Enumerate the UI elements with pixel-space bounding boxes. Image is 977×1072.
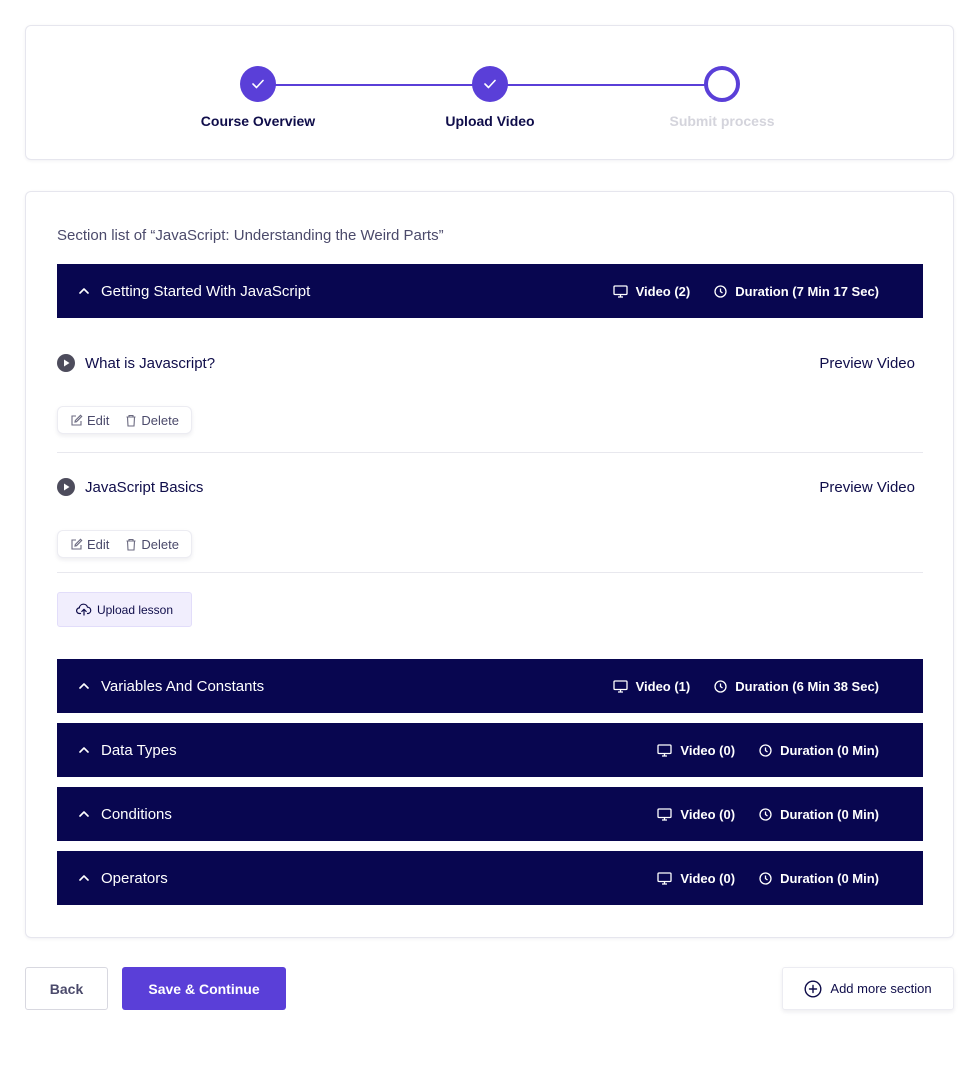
section-title: Operators [101, 869, 168, 887]
duration-label: Duration (0 Min) [780, 742, 879, 758]
edit-icon [71, 538, 83, 550]
clock-icon [714, 284, 727, 298]
add-more-section-button[interactable]: Add more section [782, 967, 954, 1010]
step-label: Upload Video [445, 113, 535, 129]
step-submit-process[interactable]: Submit process [622, 66, 822, 129]
check-icon [252, 79, 264, 89]
duration: Duration (0 Min) [759, 871, 879, 886]
monitor-icon [612, 284, 628, 298]
step-upload-video[interactable]: Upload Video [390, 66, 590, 129]
monitor-icon [657, 743, 673, 757]
step-done-circle [472, 66, 508, 102]
section-header-getting-started[interactable]: Getting Started With JavaScript Video (2… [57, 264, 923, 318]
cloud-upload-icon [76, 603, 92, 616]
edit-label: Edit [87, 412, 110, 428]
video-count-label: Video (0) [680, 870, 736, 886]
lesson-item: JavaScript Basics Preview Video Edit Del… [57, 477, 923, 558]
edit-button[interactable]: Edit [70, 413, 109, 428]
edit-button[interactable]: Edit [70, 537, 109, 552]
section-list-card: Section list of “JavaScript: Understandi… [25, 191, 954, 938]
duration-label: Duration (7 Min 17 Sec) [735, 283, 879, 299]
delete-button[interactable]: Delete [125, 413, 179, 428]
video-count: Video (1) [612, 678, 691, 694]
clock-icon [759, 743, 772, 757]
section-header-variables[interactable]: Variables And Constants Video (1) Durati… [57, 659, 923, 713]
duration-label: Duration (0 Min) [780, 806, 879, 822]
clock-icon [714, 679, 727, 693]
section-header-operators[interactable]: Operators Video (0) Duration (0 Min) [57, 851, 923, 905]
clock-icon [759, 871, 772, 885]
video-count-label: Video (2) [635, 283, 691, 299]
section-header-conditions[interactable]: Conditions Video (0) Duration (0 Min) [57, 787, 923, 841]
chevron-up-icon[interactable] [77, 807, 91, 821]
step-label: Submit process [669, 113, 775, 129]
video-count-label: Video (0) [680, 742, 736, 758]
check-icon [484, 79, 496, 89]
delete-label: Delete [141, 536, 179, 552]
video-count-label: Video (1) [635, 678, 691, 694]
section-header-data-types[interactable]: Data Types Video (0) Duration (0 Min) [57, 723, 923, 777]
duration: Duration (7 Min 17 Sec) [714, 284, 879, 299]
section-title: Getting Started With JavaScript [101, 282, 311, 300]
delete-label: Delete [141, 412, 179, 428]
clock-icon [759, 807, 772, 821]
delete-button[interactable]: Delete [125, 537, 179, 552]
step-label: Course Overview [200, 113, 316, 129]
duration: Duration (0 Min) [759, 807, 879, 822]
lesson-divider [57, 572, 923, 573]
progress-stepper: Course Overview Upload Video Submit proc… [25, 25, 954, 160]
play-icon[interactable] [57, 478, 75, 496]
chevron-up-icon[interactable] [77, 743, 91, 757]
chevron-up-icon[interactable] [77, 679, 91, 693]
video-count: Video (0) [657, 871, 735, 886]
step-current-circle [704, 66, 740, 102]
lesson-actions: Edit Delete [57, 530, 192, 558]
section-meta: Video (0) Duration (0 Min) [657, 807, 879, 822]
section-title: Variables And Constants [101, 677, 265, 695]
section-title: Conditions [101, 805, 172, 823]
video-count: Video (0) [657, 807, 735, 822]
section-meta: Video (1) Duration (6 Min 38 Sec) [612, 678, 879, 694]
section-list-title: Section list of “JavaScript: Understandi… [57, 227, 444, 244]
section-title: Data Types [101, 741, 177, 759]
monitor-icon [657, 871, 673, 885]
step-course-overview[interactable]: Course Overview [158, 66, 358, 129]
upload-lesson-label: Upload lesson [96, 602, 174, 617]
add-more-section-label: Add more section [830, 981, 932, 996]
duration: Duration (0 Min) [759, 743, 879, 758]
section-meta: Video (0) Duration (0 Min) [657, 871, 879, 886]
plus-circle-icon [804, 979, 822, 998]
lesson-title: JavaScript Basics [85, 478, 204, 496]
duration-label: Duration (0 Min) [780, 870, 879, 886]
chevron-up-icon[interactable] [77, 871, 91, 885]
edit-icon [71, 414, 83, 426]
upload-lesson-button[interactable]: Upload lesson [57, 592, 192, 627]
play-icon[interactable] [57, 354, 75, 372]
monitor-icon [612, 679, 628, 693]
preview-video-link[interactable]: Preview Video [819, 355, 915, 372]
step-done-circle [240, 66, 276, 102]
lesson-actions: Edit Delete [57, 406, 192, 434]
duration-label: Duration (6 Min 38 Sec) [735, 678, 879, 694]
lesson-title: What is Javascript? [85, 354, 216, 372]
edit-label: Edit [87, 536, 110, 552]
lesson-divider [57, 452, 923, 453]
video-count: Video (0) [657, 743, 735, 758]
trash-icon [126, 414, 136, 427]
monitor-icon [657, 807, 673, 821]
section-meta: Video (0) Duration (0 Min) [657, 743, 879, 758]
back-button[interactable]: Back [25, 967, 108, 1010]
section-meta: Video (2) Duration (7 Min 17 Sec) [612, 283, 879, 299]
save-continue-button[interactable]: Save & Continue [122, 967, 286, 1010]
trash-icon [126, 538, 136, 551]
video-count-label: Video (0) [680, 806, 736, 822]
lesson-item: What is Javascript? Preview Video Edit D… [57, 353, 923, 434]
chevron-up-icon[interactable] [77, 284, 91, 298]
preview-video-link[interactable]: Preview Video [819, 479, 915, 496]
video-count: Video (2) [612, 283, 691, 299]
duration: Duration (6 Min 38 Sec) [714, 679, 879, 694]
